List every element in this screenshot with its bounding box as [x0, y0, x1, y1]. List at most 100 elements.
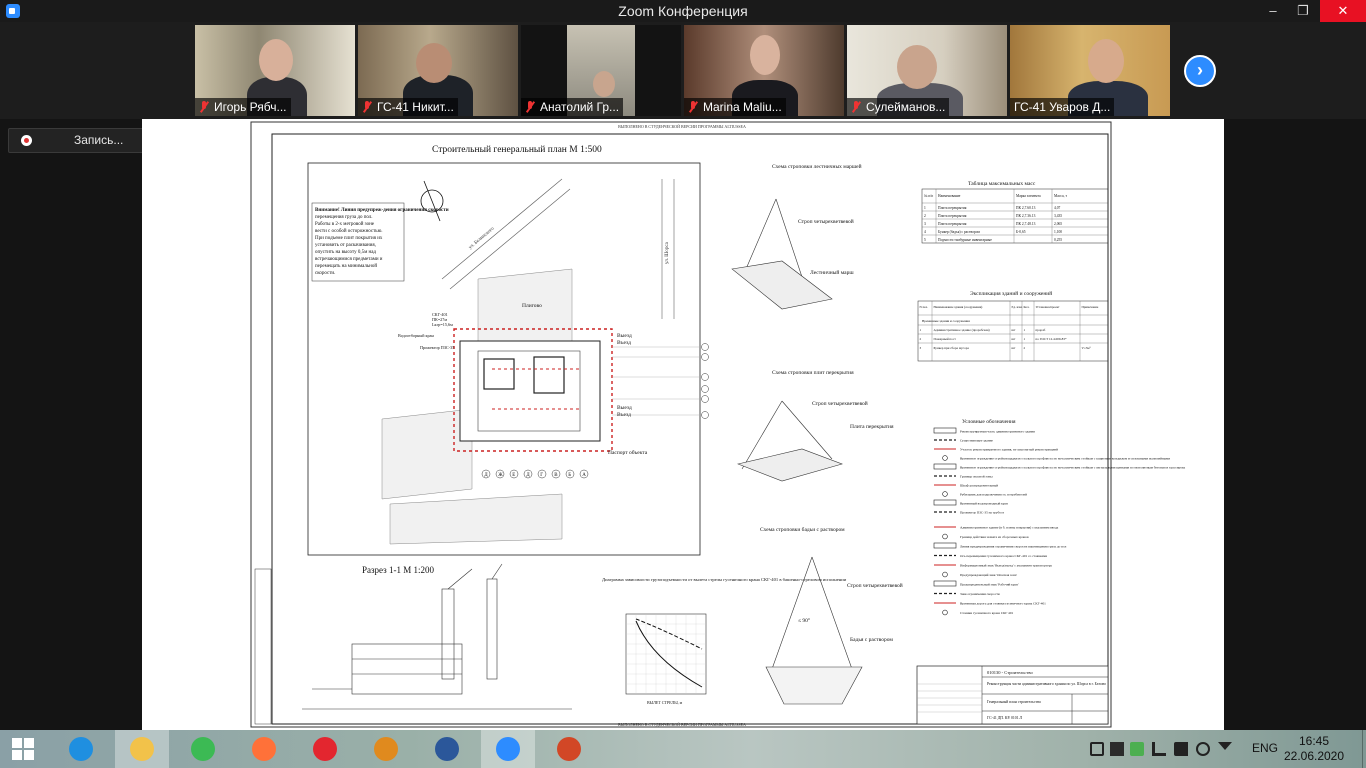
chrome-icon	[191, 737, 215, 761]
warning-line: вести с особой осторожностью.	[315, 229, 383, 234]
volume-icon[interactable]	[1196, 742, 1210, 756]
mic-muted-icon	[688, 101, 698, 113]
participant-tile-active[interactable]: ГС-41 Уваров Д...	[1010, 25, 1170, 116]
chevron-right-icon[interactable]: ›	[1184, 55, 1216, 87]
axis-letter: Б	[568, 473, 571, 478]
taskbar-app-button[interactable]	[298, 730, 352, 768]
legend-item: Ось перемещения гусеничного крана СКГ-40…	[960, 554, 1047, 558]
plan-title: Строительный генеральный план М 1:500	[432, 144, 602, 155]
scheme1-title: Схема строповки лестничных маршей	[772, 163, 862, 170]
mic-muted-icon	[362, 101, 372, 113]
file-explorer-icon	[130, 737, 154, 761]
taskbar-app-button[interactable]	[481, 730, 535, 768]
recording-label: Запись...	[74, 133, 124, 147]
battery-icon[interactable]	[1174, 742, 1188, 756]
passport-label: Паспорт объекта	[608, 449, 648, 456]
participant-tile[interactable]: Анатолий Гр...	[521, 25, 681, 116]
tray-expand-icon[interactable]	[1218, 742, 1232, 750]
construction-drawing: ВЫПОЛНЕНО В СТУДЕНЧЕСКОЙ ВЕРСИИ ПРОГРАММ…	[250, 121, 1186, 728]
legend-item: Граница действия захвата из сборочных кр…	[960, 535, 1029, 539]
scheme2-title: Схема строповки плит перекрытия	[772, 370, 854, 376]
buildings-table-cell: по ГОСТ 12.4.009-83*	[1036, 337, 1067, 341]
mass-table-cell: 3	[924, 222, 926, 226]
buildings-table-cell: шт	[1012, 337, 1017, 341]
wifi-icon[interactable]	[1152, 742, 1166, 756]
participant-tile[interactable]: Сулейманов...	[847, 25, 1007, 116]
graph-title: Диаграмма зависимости грузоподъемности о…	[602, 577, 847, 582]
mass-table-header: Наименование	[938, 194, 961, 198]
mass-table-header: № п/п	[924, 194, 933, 198]
title-bar: Zoom Конференция – ❐ ✕	[0, 0, 1366, 22]
buildings-table-header: N поз.	[920, 305, 929, 309]
participant-tile[interactable]: ГС-41 Никит...	[358, 25, 518, 116]
axis-letter: Д	[526, 473, 530, 478]
maximize-button[interactable]: ❐	[1286, 0, 1320, 22]
buildings-table-cell: Пожарный пост	[934, 337, 957, 341]
window-title: Zoom Конференция	[618, 3, 748, 19]
buildings-table-header: Примечание	[1082, 305, 1099, 309]
mass-table-cell: Плита перекрытия	[938, 214, 967, 218]
legend-swatch	[933, 463, 957, 470]
taskbar-app-button[interactable]	[542, 730, 596, 768]
legend-swatch	[933, 542, 957, 549]
buildings-table-header: Установка/проект	[1036, 305, 1061, 309]
legend-item: Временная дорога для стоянки гусеничного…	[960, 602, 1046, 606]
participant-name: Игорь Рябч...	[195, 98, 291, 116]
taskbar-app-button[interactable]	[115, 730, 169, 768]
network-icon[interactable]	[1090, 742, 1104, 756]
legend-item: Существующее здание	[960, 439, 993, 443]
windows-start-icon[interactable]	[0, 730, 48, 768]
notes-app-icon	[374, 737, 398, 761]
mass-table-title: Таблица максимальных масс	[968, 180, 1036, 187]
legend-swatch	[942, 571, 948, 578]
exit-label-2: Выезд	[617, 405, 632, 411]
legend-swatch	[933, 499, 957, 506]
minimize-button[interactable]: –	[1256, 0, 1290, 22]
powerpoint-icon	[557, 737, 581, 761]
taskbar-app-button[interactable]	[54, 730, 108, 768]
mass-table-cell: Плита перекрытия	[938, 222, 967, 226]
participant-tile[interactable]: Marina Maliu...	[684, 25, 844, 116]
axis-letter: Ж	[498, 473, 503, 478]
clock[interactable]: 16:45 22.06.2020	[1274, 734, 1354, 764]
axis-letter: Е	[512, 473, 515, 478]
legend-item: Предупредительный знак 'Рабочий кран'	[960, 583, 1019, 587]
zoom-window: Zoom Конференция – ❐ ✕ Игорь Рябч... ГС-…	[0, 0, 1366, 768]
entry-label-2: Въезд	[617, 412, 631, 418]
taskbar-app-button[interactable]	[237, 730, 291, 768]
mass-table-cell: 2	[924, 214, 926, 218]
warning-line: перемещения груза до пол.	[315, 215, 373, 220]
stamp-sheet: Генеральный план строительства	[987, 700, 1041, 704]
shared-drawing: ВЫПОЛНЕНО В СТУДЕНЧЕСКОЙ ВЕРСИИ ПРОГРАММ…	[142, 119, 1224, 730]
legend-item: Предупреждающий знак 'Опасная зона'	[960, 573, 1017, 577]
show-desktop-button[interactable]	[1362, 730, 1366, 768]
clock-time: 16:45	[1298, 734, 1330, 748]
firefox-icon	[252, 737, 276, 761]
mic-muted-icon	[199, 101, 209, 113]
participant-tile[interactable]: Игорь Рябч...	[195, 25, 355, 116]
buildings-table-header: Ед. изм.	[1012, 305, 1023, 309]
windows-taskbar: ENG 16:45 22.06.2020	[0, 730, 1366, 768]
watermark-top: ВЫПОЛНЕНО В СТУДЕНЧЕСКОЙ ВЕРСИИ ПРОГРАММ…	[618, 124, 746, 129]
lighting-label: Прожектор ПЗС-35	[420, 345, 454, 350]
warning-line: При подъеме плит покрытия их	[315, 236, 383, 241]
keyboard-icon[interactable]	[1110, 742, 1124, 756]
participant-name: ГС-41 Никит...	[358, 98, 458, 116]
warning-line: перемещать на минимальной	[315, 264, 377, 269]
taskbar-app-button[interactable]	[420, 730, 474, 768]
nvidia-icon[interactable]	[1130, 742, 1144, 756]
buildings-table-header: Наименование здания (сооружения)	[934, 305, 983, 309]
buildings-table-cell: Бункер при сборе мусора	[934, 346, 970, 350]
taskbar-app-button[interactable]	[359, 730, 413, 768]
participant-strip: Игорь Рябч... ГС-41 Никит... Анатолий Гр…	[0, 22, 1366, 119]
record-icon	[21, 135, 32, 146]
stamp-row2: ГС-41 ДП. КР. 0101.Л	[987, 716, 1023, 720]
taskbar-app-button[interactable]	[176, 730, 230, 768]
buildings-table-header: Кол.	[1024, 305, 1030, 309]
buildings-table-title: Экспликация зданий и сооружений	[970, 290, 1052, 297]
scheme1-object: Лестничный марш	[810, 269, 854, 276]
scheme3-sling: Строп четырехветвевой	[847, 582, 903, 589]
axis-letter: Г	[540, 473, 543, 478]
close-button[interactable]: ✕	[1320, 0, 1366, 22]
legend-item: Временный водопроводный кран	[960, 502, 1008, 506]
